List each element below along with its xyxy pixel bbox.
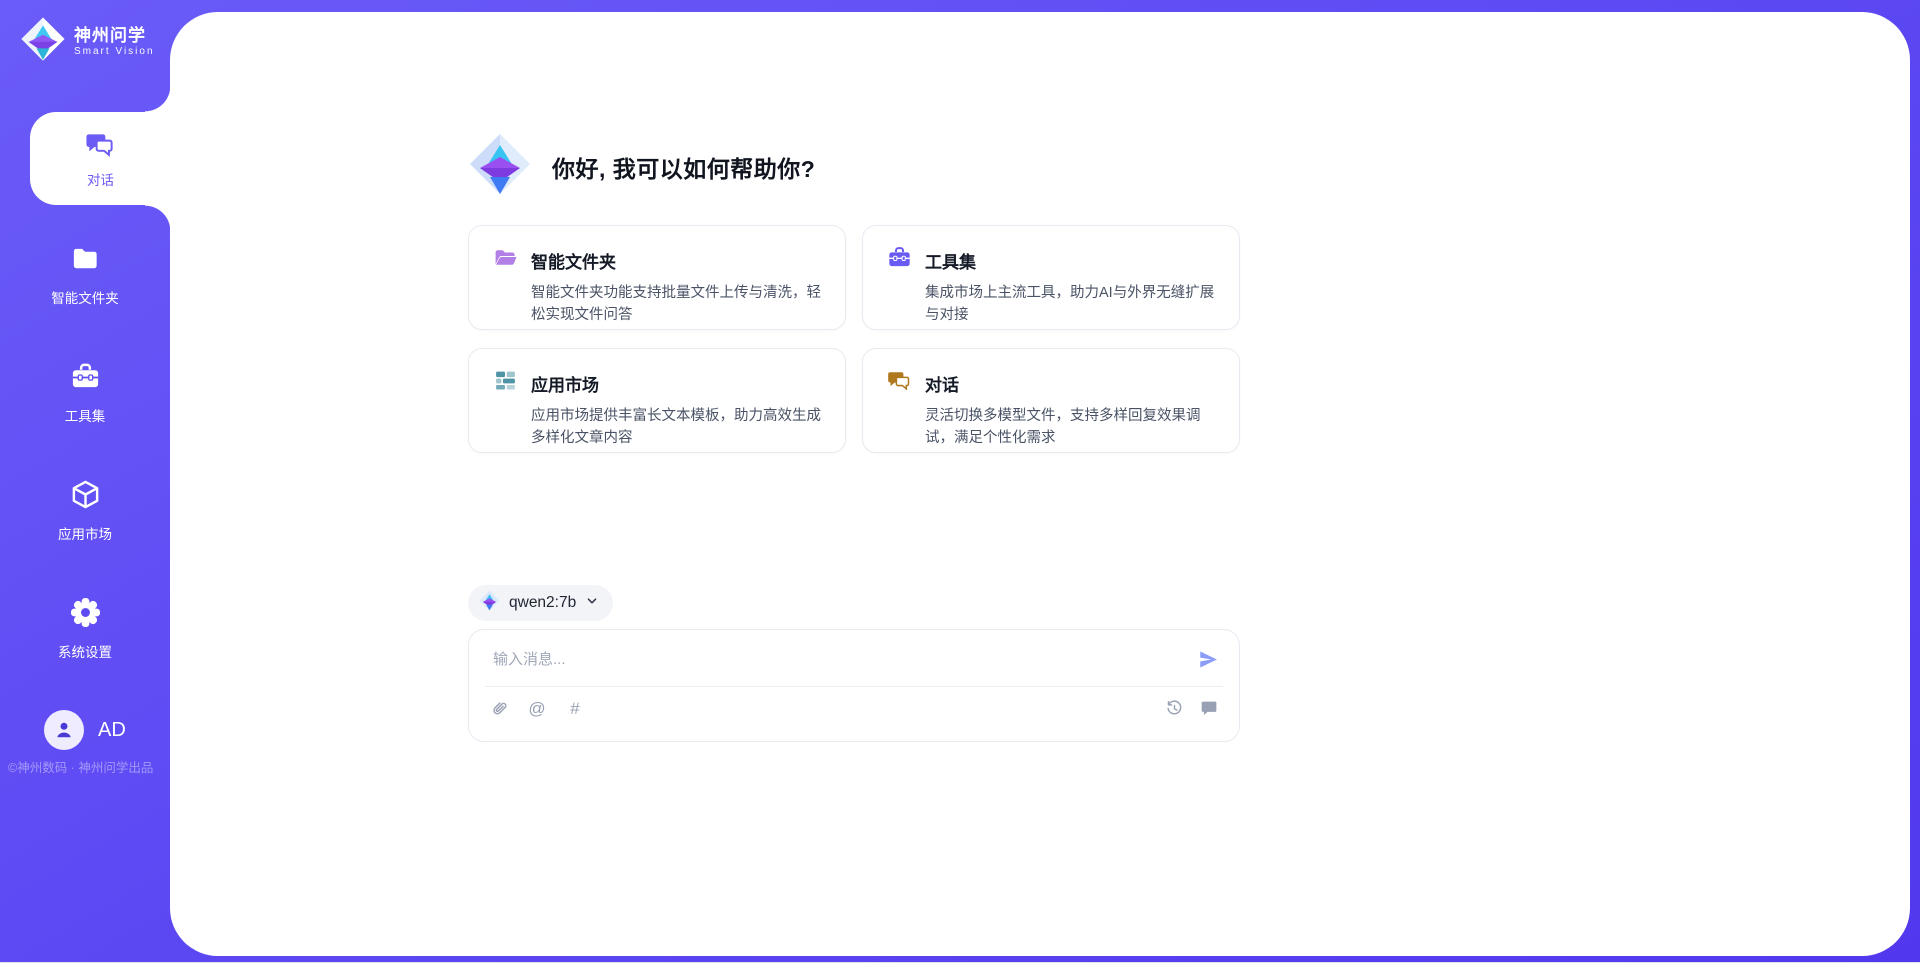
card-description: 应用市场提供丰富长文本模板，助力高效生成多样化文章内容 bbox=[531, 405, 821, 450]
hash-icon: # bbox=[570, 700, 579, 717]
greeting-title: 你好, 我可以如何帮助你? bbox=[552, 150, 815, 184]
history-icon bbox=[1165, 699, 1184, 718]
brand-name: 神州问学 bbox=[74, 26, 155, 46]
avatar bbox=[44, 710, 84, 750]
card-description: 集成市场上主流工具，助力AI与外界无缝扩展与对接 bbox=[925, 282, 1215, 327]
greeting-block: 你好, 我可以如何帮助你? bbox=[468, 132, 815, 201]
grid-icon bbox=[493, 368, 518, 398]
sidebar-item-smart-folder[interactable]: 智能文件夹 bbox=[0, 243, 170, 307]
toolbox-icon bbox=[887, 245, 912, 275]
brand-diamond-logo-icon bbox=[20, 16, 66, 67]
diamond-logo-icon bbox=[479, 590, 500, 616]
model-selector[interactable]: qwen2:7b bbox=[468, 585, 613, 621]
copyright-text: ©神州数码 · 神州问学出品 bbox=[8, 757, 153, 776]
brand: 神州问学 Smart Vision bbox=[20, 16, 155, 67]
card-description: 智能文件夹功能支持批量文件上传与清洗，轻松实现文件问答 bbox=[531, 282, 821, 327]
send-button[interactable] bbox=[1195, 646, 1221, 672]
bottom-page-strip bbox=[0, 962, 1920, 970]
sidebar-item-label: 对话 bbox=[87, 169, 114, 189]
cube-icon bbox=[70, 479, 101, 513]
chat-icon bbox=[85, 129, 116, 163]
send-icon bbox=[1197, 648, 1220, 671]
toolbox-icon bbox=[70, 361, 101, 395]
sidebar-item-settings[interactable]: 系统设置 bbox=[0, 597, 170, 661]
mention-icon: @ bbox=[528, 700, 545, 717]
gear-icon bbox=[70, 597, 101, 631]
comment-button[interactable] bbox=[1199, 698, 1219, 718]
chevron-down-icon bbox=[585, 594, 599, 613]
card-title: 对话 bbox=[925, 371, 959, 396]
card-chat[interactable]: 对话 灵活切换多模型文件，支持多样回复效果调试，满足个性化需求 bbox=[862, 348, 1240, 453]
hash-button[interactable]: # bbox=[565, 698, 585, 718]
folder-open-icon bbox=[493, 245, 518, 275]
main-content-panel bbox=[170, 12, 1910, 956]
chat-icon bbox=[887, 368, 912, 398]
sidebar-item-chat[interactable]: 对话 bbox=[30, 112, 171, 205]
paperclip-icon bbox=[490, 699, 509, 718]
attachment-button[interactable] bbox=[489, 698, 509, 718]
diamond-logo-icon bbox=[468, 132, 532, 201]
card-title: 智能文件夹 bbox=[531, 248, 616, 273]
brand-subtitle: Smart Vision bbox=[74, 46, 155, 58]
user-profile[interactable]: AD bbox=[44, 710, 126, 750]
user-name: AD bbox=[98, 719, 126, 742]
card-description: 灵活切换多模型文件，支持多样回复效果调试，满足个性化需求 bbox=[925, 405, 1215, 450]
card-toolset[interactable]: 工具集 集成市场上主流工具，助力AI与外界无缝扩展与对接 bbox=[862, 225, 1240, 330]
model-name: qwen2:7b bbox=[509, 594, 576, 612]
message-composer: @ # bbox=[468, 629, 1240, 742]
sidebar-item-label: 系统设置 bbox=[58, 641, 112, 661]
sidebar-item-app-market[interactable]: 应用市场 bbox=[0, 479, 170, 543]
sidebar-item-label: 智能文件夹 bbox=[51, 287, 119, 307]
sidebar-item-toolset[interactable]: 工具集 bbox=[0, 361, 170, 425]
card-title: 工具集 bbox=[925, 248, 976, 273]
comment-icon bbox=[1200, 699, 1218, 717]
card-smart-folder[interactable]: 智能文件夹 智能文件夹功能支持批量文件上传与清洗，轻松实现文件问答 bbox=[468, 225, 846, 330]
card-title: 应用市场 bbox=[531, 371, 599, 396]
sidebar-item-label: 应用市场 bbox=[58, 523, 112, 543]
sidebar-item-label: 工具集 bbox=[65, 405, 106, 425]
feature-cards-grid: 智能文件夹 智能文件夹功能支持批量文件上传与清洗，轻松实现文件问答 工具集 集成… bbox=[468, 225, 1240, 453]
mention-button[interactable]: @ bbox=[527, 698, 547, 718]
folder-icon bbox=[70, 243, 101, 277]
history-button[interactable] bbox=[1164, 698, 1184, 718]
message-input[interactable] bbox=[493, 651, 1195, 668]
card-app-market[interactable]: 应用市场 应用市场提供丰富长文本模板，助力高效生成多样化文章内容 bbox=[468, 348, 846, 453]
person-icon bbox=[52, 718, 76, 742]
